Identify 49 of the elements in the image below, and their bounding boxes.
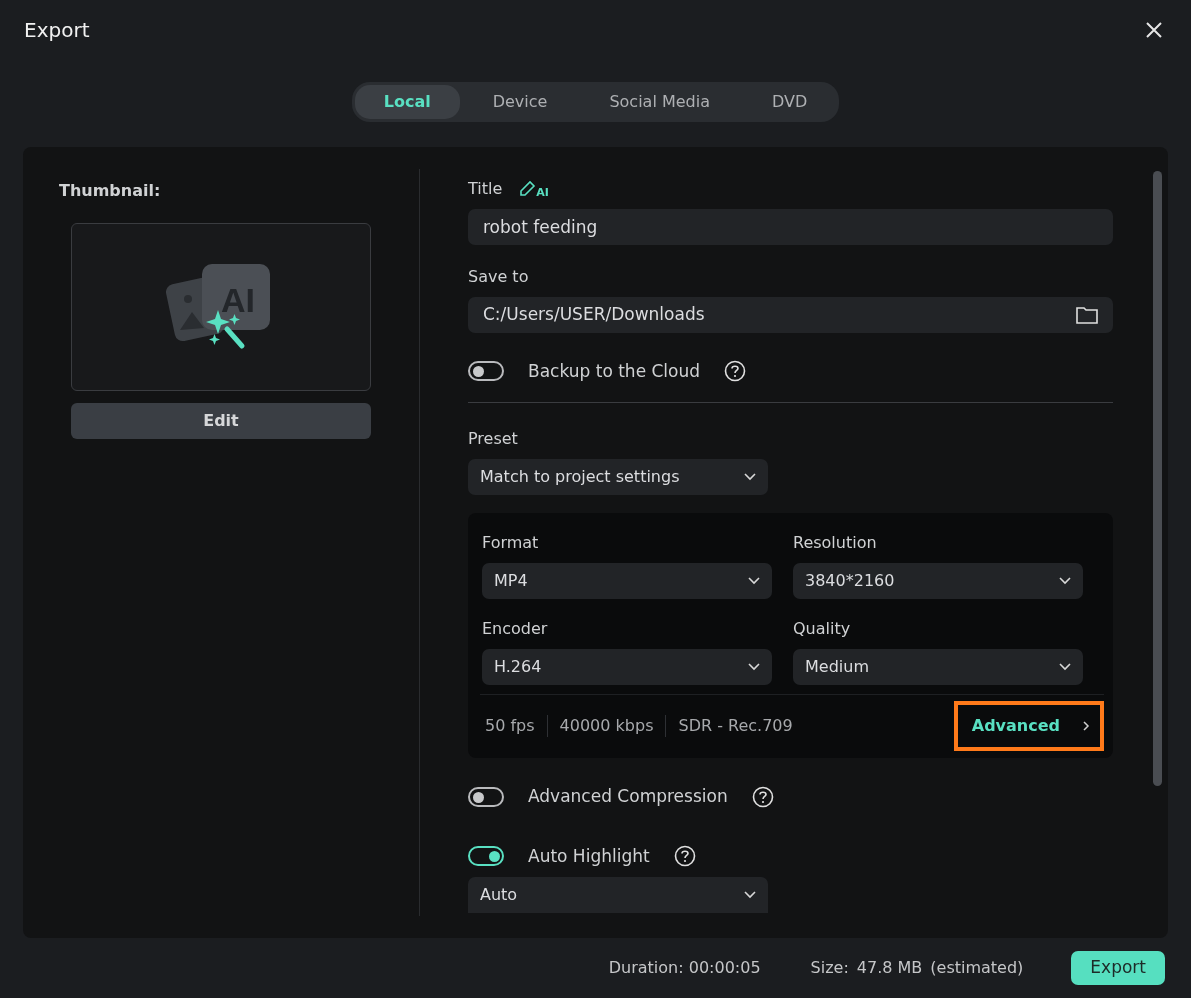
help-icon[interactable] — [751, 785, 774, 808]
size-value: 47.8 MB — [856, 957, 923, 980]
duration-text: Duration: 00:00:05 — [608, 957, 761, 980]
summary-text: SDR - Rec.709 — [677, 714, 794, 737]
advanced-button[interactable]: Advanced — [953, 700, 1104, 751]
setting-label: Resolution — [793, 532, 878, 555]
toggle-label: Advanced Compression — [528, 785, 728, 809]
preset-dropdown[interactable]: Match to project settings — [468, 459, 768, 496]
toggle-switch[interactable] — [468, 361, 504, 382]
edit-button[interactable]: Edit — [71, 402, 371, 439]
chevron-down-icon — [744, 891, 756, 900]
setting-label: Format — [482, 532, 540, 555]
export-button[interactable]: Export — [1071, 951, 1165, 985]
scrollbar[interactable] — [1153, 170, 1162, 786]
toggle-switch[interactable] — [468, 846, 504, 867]
thumbnail-label: Thumbnail: — [59, 179, 162, 202]
size-label: Size: — [810, 957, 849, 980]
chevron-down-icon — [748, 663, 760, 672]
preset-label: Preset — [468, 428, 519, 451]
help-icon[interactable] — [724, 360, 747, 383]
title-label: Title — [468, 177, 503, 200]
setting-label: Encoder — [482, 618, 549, 641]
setting-dropdown[interactable]: Medium — [793, 649, 1083, 686]
tab[interactable]: Local — [354, 84, 460, 119]
chevron-down-icon — [1059, 577, 1071, 586]
toggle-label: Backup to the Cloud — [528, 359, 701, 383]
setting-dropdown[interactable]: 3840*2160 — [793, 563, 1083, 600]
summary-text: 50 fps — [484, 714, 536, 737]
setting-dropdown[interactable]: H.264 — [482, 649, 772, 686]
size-note: (estimated) — [930, 957, 1024, 980]
chevron-down-icon — [748, 577, 760, 586]
highlight-mode-dropdown[interactable]: Auto — [468, 877, 768, 914]
save-path-field[interactable]: C:/Users/USER/Downloads — [468, 296, 1113, 333]
toggle-label: Auto Highlight — [528, 844, 650, 868]
chevron-down-icon — [744, 473, 756, 482]
setting-dropdown[interactable]: MP4 — [482, 563, 772, 600]
chevron-down-icon — [1059, 663, 1071, 672]
save-to-label: Save to — [468, 265, 530, 288]
title-field[interactable]: robot feeding — [468, 208, 1113, 245]
summary-text: 40000 kbps — [558, 714, 655, 737]
window-title: Export — [24, 16, 90, 44]
tab[interactable]: Device — [463, 84, 577, 119]
setting-label: Quality — [793, 618, 852, 641]
tab[interactable]: Social Media — [580, 84, 739, 119]
tab[interactable]: DVD — [742, 84, 837, 119]
toggle-switch[interactable] — [468, 786, 504, 807]
chevron-right-icon — [1082, 719, 1090, 732]
help-icon[interactable] — [673, 845, 696, 868]
folder-icon[interactable] — [1076, 305, 1098, 324]
